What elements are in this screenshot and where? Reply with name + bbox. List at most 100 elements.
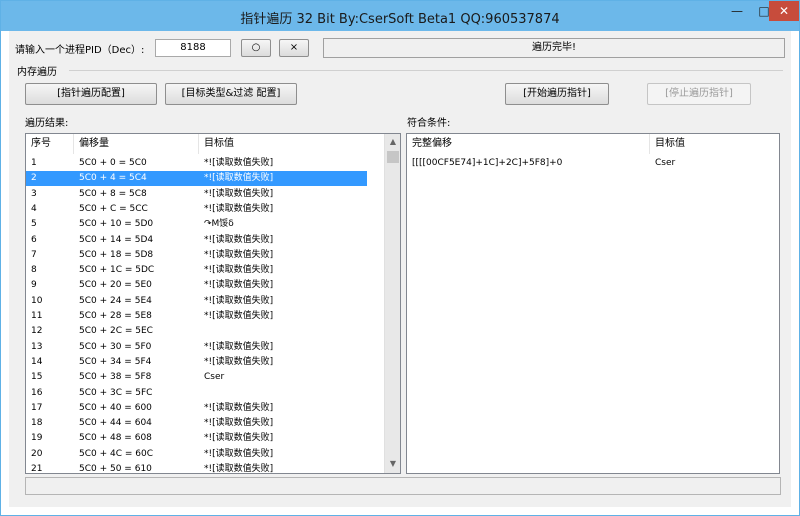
row-index: 18: [31, 418, 43, 429]
row-value: *![读取数值失败]: [204, 418, 274, 429]
row-index: 8: [31, 265, 37, 276]
row-index: 14: [31, 356, 43, 367]
row-value: *![读取数值失败]: [204, 356, 274, 367]
row-offset: 5C0 + 1C = 5DC: [79, 265, 155, 276]
x-button[interactable]: ×: [279, 39, 309, 57]
row-offset: 5C0 + 4 = 5C4: [79, 173, 147, 184]
match-value: Cser: [655, 158, 676, 168]
row-offset: 5C0 + 8 = 5C8: [79, 188, 147, 199]
table-row[interactable]: 14 5C0 + 34 = 5F4 *![读取数值失败]: [26, 355, 382, 370]
row-offset: 5C0 + 38 = 5F8: [79, 372, 152, 383]
table-row[interactable]: 2 5C0 + 4 = 5C4 *![读取数值失败]: [26, 171, 367, 187]
row-index: 17: [31, 402, 43, 413]
table-row[interactable]: 10 5C0 + 24 = 5E4 *![读取数值失败]: [26, 294, 382, 309]
row-offset: 5C0 + C = 5CC: [79, 203, 148, 214]
row-index: 4: [31, 203, 37, 214]
table-row[interactable]: 18 5C0 + 44 = 604 *![读取数值失败]: [26, 416, 382, 431]
close-button[interactable]: ✕: [769, 1, 799, 21]
table-row[interactable]: 8 5C0 + 1C = 5DC *![读取数值失败]: [26, 263, 382, 278]
pid-input[interactable]: 8188: [155, 39, 231, 57]
table-row[interactable]: 19 5C0 + 48 = 608 *![读取数值失败]: [26, 431, 382, 446]
matches-header-value[interactable]: 目标值: [650, 134, 779, 154]
row-index: 9: [31, 280, 37, 291]
row-offset: 5C0 + 50 = 610: [79, 464, 152, 474]
row-offset: 5C0 + 24 = 5E4: [79, 295, 152, 306]
match-offset: [[[[00CF5E74]+1C]+2C]+5F8]+0: [412, 158, 563, 168]
row-value: *![读取数值失败]: [204, 249, 274, 260]
row-value: *![读取数值失败]: [204, 402, 274, 413]
results-header-index[interactable]: 序号: [26, 134, 74, 154]
table-row[interactable]: 21 5C0 + 50 = 610 *![读取数值失败]: [26, 462, 382, 474]
stop-scan-button[interactable]: [停止遍历指针]: [647, 83, 751, 105]
row-index: 5: [31, 219, 37, 230]
matches-header-offset[interactable]: 完整偏移: [407, 134, 650, 154]
row-value: *![读取数值失败]: [204, 203, 274, 214]
results-header-value[interactable]: 目标值: [199, 134, 385, 154]
table-row[interactable]: 12 5C0 + 2C = 5EC: [26, 324, 382, 339]
scroll-down-button[interactable]: ▼: [385, 456, 400, 472]
row-offset: 5C0 + 2C = 5EC: [79, 326, 153, 337]
row-index: 20: [31, 448, 43, 459]
start-scan-button[interactable]: [开始遍历指针]: [505, 83, 609, 105]
row-offset: 5C0 + 30 = 5F0: [79, 341, 152, 352]
o-button[interactable]: ○: [241, 39, 271, 57]
minimize-button[interactable]: —: [723, 1, 751, 21]
row-value: *![读取数值失败]: [204, 448, 274, 459]
scroll-thumb[interactable]: [387, 151, 399, 163]
table-row[interactable]: 16 5C0 + 3C = 5FC: [26, 386, 382, 401]
row-index: 2: [31, 173, 37, 184]
table-row[interactable]: 7 5C0 + 18 = 5D8 *![读取数值失败]: [26, 248, 382, 263]
row-index: 15: [31, 372, 43, 383]
row-offset: 5C0 + 14 = 5D4: [79, 234, 154, 245]
table-row[interactable]: 20 5C0 + 4C = 60C *![读取数值失败]: [26, 447, 382, 462]
row-offset: 5C0 + 10 = 5D0: [79, 219, 154, 230]
table-row[interactable]: 6 5C0 + 14 = 5D4 *![读取数值失败]: [26, 233, 382, 248]
row-offset: 5C0 + 34 = 5F4: [79, 356, 152, 367]
scroll-up-button[interactable]: ▲: [385, 134, 400, 150]
row-offset: 5C0 + 48 = 608: [79, 433, 152, 444]
row-offset: 5C0 + 3C = 5FC: [79, 387, 153, 398]
row-value: *![读取数值失败]: [204, 280, 274, 291]
row-offset: 5C0 + 20 = 5E0: [79, 280, 152, 291]
row-value: *![读取数值失败]: [204, 173, 274, 184]
pointer-config-button[interactable]: [指针遍历配置]: [25, 83, 157, 105]
row-offset: 5C0 + 18 = 5D8: [79, 249, 154, 260]
row-index: 11: [31, 311, 43, 321]
row-offset: 5C0 + 44 = 604: [79, 418, 152, 429]
row-index: 10: [31, 295, 43, 306]
results-header-offset[interactable]: 偏移量: [74, 134, 199, 154]
row-value: ↷M馁δ: [204, 219, 234, 230]
table-row[interactable]: 17 5C0 + 40 = 600 *![读取数值失败]: [26, 401, 382, 416]
row-value: *![读取数值失败]: [204, 158, 274, 168]
row-value: *![读取数值失败]: [204, 295, 274, 306]
row-value: *![读取数值失败]: [204, 433, 274, 444]
results-scrollbar[interactable]: ▲ ▼: [384, 134, 400, 473]
matches-list[interactable]: 完整偏移 目标值 [[[[00CF5E74]+1C]+2C]+5F8]+0 Cse…: [406, 133, 780, 474]
results-list[interactable]: 序号 偏移量 目标值 1 5C0 + 0 = 5C0 *![读取数值失败] 2 5C0 …: [25, 133, 401, 474]
row-index: 19: [31, 433, 43, 444]
row-value: *![读取数值失败]: [204, 341, 274, 352]
row-value: *![读取数值失败]: [204, 188, 274, 199]
table-row[interactable]: 3 5C0 + 8 = 5C8 *![读取数值失败]: [26, 187, 382, 202]
status-field: 遍历完毕!: [323, 38, 785, 58]
filter-config-button[interactable]: [目标类型&过滤 配置]: [165, 83, 297, 105]
status-bar: [25, 477, 781, 495]
results-label: 遍历结果:: [25, 118, 69, 129]
table-row[interactable]: 11 5C0 + 28 = 5E8 *![读取数值失败]: [26, 309, 382, 324]
title-bar: 指针遍历 32 Bit By:CserSoft Beta1 QQ:9605378…: [1, 1, 799, 31]
row-index: 12: [31, 326, 43, 337]
row-index: 1: [31, 158, 37, 168]
table-row[interactable]: 1 5C0 + 0 = 5C0 *![读取数值失败]: [26, 156, 382, 171]
table-row[interactable]: 13 5C0 + 30 = 5F0 *![读取数值失败]: [26, 340, 382, 355]
row-value: Cser: [204, 372, 225, 383]
row-index: 3: [31, 188, 37, 199]
pid-label: 请输入一个进程PID（Dec）:: [15, 45, 145, 56]
table-row[interactable]: 9 5C0 + 20 = 5E0 *![读取数值失败]: [26, 278, 382, 293]
matches-label: 符合条件:: [407, 118, 451, 129]
table-row[interactable]: 15 5C0 + 38 = 5F8 Cser: [26, 370, 382, 385]
table-row[interactable]: 4 5C0 + C = 5CC *![读取数值失败]: [26, 202, 382, 217]
app-window: 指针遍历 32 Bit By:CserSoft Beta1 QQ:9605378…: [0, 0, 800, 516]
table-row[interactable]: [[[[00CF5E74]+1C]+2C]+5F8]+0 Cser: [407, 156, 779, 171]
row-index: 7: [31, 249, 37, 260]
table-row[interactable]: 5 5C0 + 10 = 5D0 ↷M馁δ: [26, 217, 382, 232]
